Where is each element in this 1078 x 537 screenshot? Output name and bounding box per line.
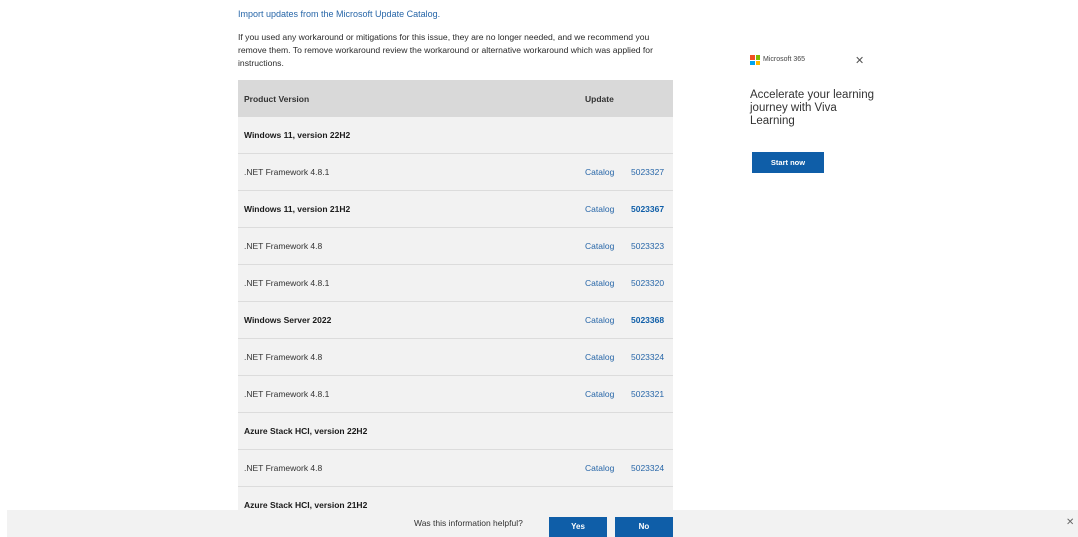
product-version-cell: Windows 11, version 22H2: [238, 117, 574, 154]
table-row: .NET Framework 4.8 Catalog 5023323: [238, 227, 673, 265]
table-header-row: Product Version Update: [238, 80, 673, 117]
catalog-link[interactable]: Catalog: [585, 204, 631, 214]
feedback-no-button[interactable]: No: [615, 517, 673, 537]
table-row: .NET Framework 4.8 Catalog 5023324: [238, 338, 673, 376]
product-version-cell: .NET Framework 4.8.1: [238, 264, 574, 302]
close-icon[interactable]: ✕: [1066, 517, 1074, 528]
update-cell: Catalog 5023367: [574, 190, 673, 228]
feedback-bar: Was this information helpful? Yes No ✕: [7, 510, 1078, 537]
table-row: .NET Framework 4.8.1 Catalog 5023320: [238, 264, 673, 302]
kb-link[interactable]: 5023320: [631, 278, 664, 288]
product-version-cell: Windows 11, version 21H2: [238, 190, 574, 228]
catalog-link[interactable]: Catalog: [585, 352, 631, 362]
ad-headline: Accelerate your learning journey with Vi…: [750, 89, 875, 127]
update-cell: Catalog 5023327: [574, 153, 673, 191]
header-update: Update: [574, 80, 673, 117]
table-row: Azure Stack HCI, version 22H2: [238, 412, 673, 450]
kb-link[interactable]: 5023324: [631, 352, 664, 362]
ad-brand-label: Microsoft 365: [763, 56, 806, 63]
update-cell: Catalog 5023324: [574, 449, 673, 487]
kb-link[interactable]: 5023323: [631, 241, 664, 251]
feedback-question: Was this information helpful?: [414, 518, 523, 528]
catalog-link[interactable]: Catalog: [585, 315, 631, 325]
catalog-link[interactable]: Catalog: [585, 241, 631, 251]
table-row: .NET Framework 4.8.1 Catalog 5023327: [238, 153, 673, 191]
updates-table: Product Version Update Windows 11, versi…: [238, 80, 673, 524]
update-cell: Catalog 5023323: [574, 227, 673, 265]
update-cell: [574, 412, 673, 450]
start-now-button[interactable]: Start now: [752, 152, 824, 173]
header-product-version: Product Version: [238, 80, 574, 117]
catalog-link[interactable]: Catalog: [585, 389, 631, 399]
close-icon[interactable]: ✕: [855, 54, 864, 67]
kb-link[interactable]: 5023368: [631, 315, 664, 325]
table-row: .NET Framework 4.8 Catalog 5023324: [238, 449, 673, 487]
update-cell: Catalog 5023320: [574, 264, 673, 302]
table-row: Windows 11, version 21H2 Catalog 5023367: [238, 190, 673, 228]
catalog-link[interactable]: Catalog: [585, 278, 631, 288]
kb-link[interactable]: 5023321: [631, 389, 664, 399]
update-cell: Catalog 5023368: [574, 301, 673, 339]
catalog-link[interactable]: Catalog: [585, 167, 631, 177]
update-cell: [574, 117, 673, 154]
feedback-yes-button[interactable]: Yes: [549, 517, 607, 537]
product-version-cell: .NET Framework 4.8.1: [238, 375, 574, 413]
microsoft-logo-icon: [750, 55, 760, 65]
table-row: Windows 11, version 22H2: [238, 117, 673, 154]
product-version-cell: .NET Framework 4.8: [238, 338, 574, 376]
table-row: .NET Framework 4.8.1 Catalog 5023321: [238, 375, 673, 413]
product-version-cell: Azure Stack HCI, version 22H2: [238, 412, 574, 450]
kb-link[interactable]: 5023327: [631, 167, 664, 177]
update-cell: Catalog 5023321: [574, 375, 673, 413]
intro-paragraph: If you used any workaround or mitigation…: [238, 32, 653, 68]
product-version-cell: .NET Framework 4.8.1: [238, 153, 574, 191]
update-cell: Catalog 5023324: [574, 338, 673, 376]
table-row: Windows Server 2022 Catalog 5023368: [238, 301, 673, 339]
product-version-cell: .NET Framework 4.8: [238, 227, 574, 265]
table-body: Windows 11, version 22H2 .NET Framework 4…: [238, 117, 673, 524]
update-catalog-link[interactable]: Import updates from the Microsoft Update…: [238, 8, 440, 20]
product-version-cell: .NET Framework 4.8: [238, 449, 574, 487]
catalog-link[interactable]: Catalog: [585, 463, 631, 473]
kb-link[interactable]: 5023324: [631, 463, 664, 473]
product-version-cell: Windows Server 2022: [238, 301, 574, 339]
kb-link[interactable]: 5023367: [631, 204, 664, 214]
